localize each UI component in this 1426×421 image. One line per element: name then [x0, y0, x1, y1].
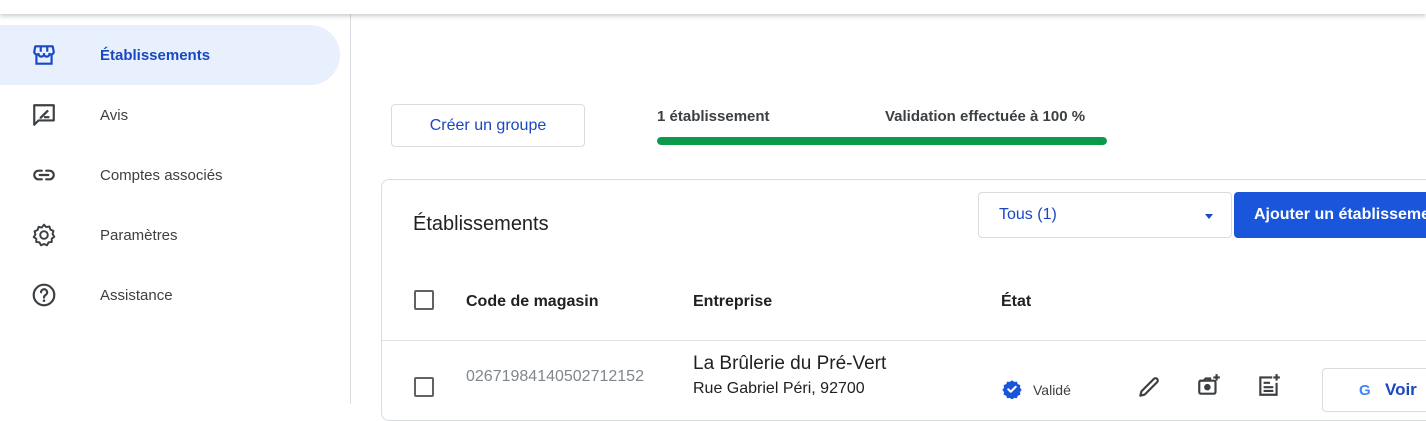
sidebar-item-label: Assistance — [100, 286, 173, 304]
validation-status-text: Validation effectuée à 100 % — [885, 108, 1086, 125]
validation-progress-bar — [657, 137, 1107, 145]
storefront-icon — [33, 45, 55, 65]
rate-review-icon — [33, 104, 55, 126]
link-icon — [33, 169, 55, 181]
status-label: Validé — [1033, 382, 1071, 398]
location-filter-select[interactable]: Tous (1) — [978, 192, 1232, 238]
help-icon — [32, 283, 56, 307]
column-header-store-code[interactable]: Code de magasin — [466, 293, 598, 311]
filter-selected-value: Tous (1) — [999, 206, 1057, 223]
sidebar-item-parametres[interactable]: Paramètres — [0, 205, 340, 265]
add-location-button[interactable]: Ajouter un établissement — [1234, 192, 1426, 238]
verified-badge-icon — [1002, 380, 1022, 399]
row-checkbox[interactable] — [414, 377, 434, 397]
store-code: 02671984140502712152 — [466, 368, 644, 385]
location-count: 1 établissement — [657, 108, 770, 125]
view-on-google-button[interactable]: G Voir — [1322, 368, 1426, 412]
sidebar-item-avis[interactable]: Avis — [0, 85, 340, 145]
sidebar-item-label: Établissements — [100, 46, 211, 64]
sidebar-item-etablissements[interactable]: Établissements — [0, 25, 340, 85]
add-photo-icon[interactable] — [1196, 372, 1222, 398]
sidebar-item-label: Paramètres — [100, 226, 178, 244]
dropdown-caret-icon — [1205, 214, 1213, 219]
sidebar-item-label: Comptes associés — [100, 166, 223, 184]
add-post-icon[interactable] — [1256, 372, 1282, 398]
top-app-bar — [0, 0, 1426, 14]
gear-icon — [32, 223, 56, 247]
column-header-status[interactable]: État — [1001, 293, 1031, 311]
locations-card: Établissements Tous (1) Ajouter un établ… — [381, 179, 1426, 421]
column-header-business[interactable]: Entreprise — [693, 293, 772, 311]
business-address: Rue Gabriel Péri, 92700 — [693, 380, 865, 397]
view-button-label: Voir — [1385, 380, 1417, 399]
sidebar-item-assistance[interactable]: Assistance — [0, 265, 340, 325]
sidebar-item-comptes-associes[interactable]: Comptes associés — [0, 145, 340, 205]
sidebar: Établissements Avis Comptes associés Par… — [0, 0, 351, 404]
card-title: Établissements — [413, 213, 549, 235]
row-divider — [382, 340, 1426, 341]
create-group-button[interactable]: Créer un groupe — [391, 104, 585, 147]
edit-pencil-icon[interactable] — [1136, 374, 1162, 400]
sidebar-item-label: Avis — [100, 106, 129, 124]
google-g-icon: G — [1359, 382, 1371, 399]
business-name-link[interactable]: La Brûlerie du Pré-Vert — [693, 353, 886, 375]
select-all-checkbox[interactable] — [414, 290, 434, 310]
validation-progress-fill — [657, 137, 1107, 145]
